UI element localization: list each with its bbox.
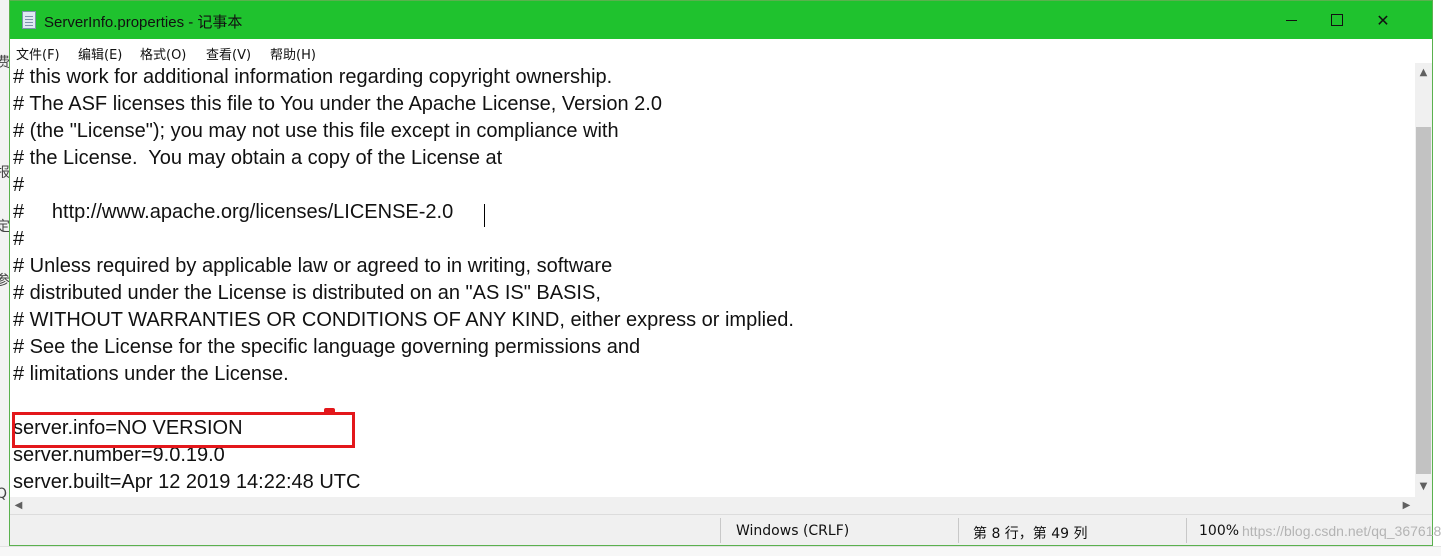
menu-edit[interactable]: 编辑(E): [78, 44, 122, 63]
maximize-button[interactable]: [1314, 1, 1360, 39]
watermark-text: https://blog.csdn.net/qq_3676183: [1242, 523, 1441, 539]
text-line: #: [13, 228, 25, 250]
status-divider: [720, 518, 721, 543]
horizontal-scrollbar[interactable]: ◀ ▶: [10, 497, 1415, 514]
text-line: # Unless required by applicable law or a…: [13, 255, 613, 277]
text-line: # distributed under the License is distr…: [13, 282, 601, 304]
status-zoom: 100%: [1199, 523, 1240, 539]
highlight-box: [12, 412, 355, 448]
text-line: server.built=Apr 12 2019 14:22:48 UTC: [13, 471, 361, 493]
text-line: # limitations under the License.: [13, 363, 289, 385]
notepad-icon[interactable]: [22, 11, 36, 29]
text-line: # (the "License"); you may not use this …: [13, 120, 619, 142]
close-button[interactable]: ✕: [1360, 1, 1406, 39]
scrollbar-corner: [1415, 497, 1432, 514]
status-divider: [958, 518, 959, 543]
text-line: # See the License for the specific langu…: [13, 336, 641, 358]
menu-help[interactable]: 帮助(H): [270, 44, 316, 63]
background-char: Q: [0, 486, 8, 502]
maximize-icon: [1331, 14, 1343, 26]
status-line-ending: Windows (CRLF): [736, 523, 850, 539]
status-bar: Windows (CRLF) 第 8 行，第 49 列 100% https:/…: [10, 514, 1441, 545]
text-caret: [484, 204, 485, 227]
text-line: # this work for additional information r…: [13, 66, 613, 88]
scroll-down-icon[interactable]: ▼: [1415, 481, 1432, 492]
menu-format[interactable]: 格式(O): [140, 44, 186, 63]
text-line: # The ASF licenses this file to You unde…: [13, 93, 662, 115]
status-cursor-position: 第 8 行，第 49 列: [973, 526, 1088, 542]
menu-view[interactable]: 查看(V): [206, 44, 251, 63]
text-editor[interactable]: # this work for additional information r…: [10, 63, 1415, 497]
text-line: # http://www.apache.org/licenses/LICENSE…: [13, 201, 454, 223]
text-line: #: [13, 174, 25, 196]
menu-file[interactable]: 文件(F): [16, 44, 60, 63]
scroll-left-icon[interactable]: ◀: [10, 500, 27, 511]
notepad-window: ServerInfo.properties - 记事本 ✕ 文件(F) 编辑(E…: [9, 0, 1441, 546]
scroll-right-icon[interactable]: ▶: [1398, 500, 1415, 511]
vertical-scroll-thumb[interactable]: [1416, 127, 1431, 474]
menu-bar: 文件(F) 编辑(E) 格式(O) 查看(V) 帮助(H): [10, 39, 1432, 63]
text-line: # the License. You may obtain a copy of …: [13, 147, 503, 169]
text-line: # WITHOUT WARRANTIES OR CONDITIONS OF AN…: [13, 309, 794, 331]
title-bar[interactable]: ServerInfo.properties - 记事本 ✕: [10, 1, 1432, 39]
minimize-button[interactable]: [1268, 1, 1314, 39]
close-icon: ✕: [1376, 10, 1390, 30]
window-title: ServerInfo.properties - 记事本: [44, 14, 243, 31]
scroll-up-icon[interactable]: ▲: [1415, 67, 1432, 78]
status-divider: [1186, 518, 1187, 543]
vertical-scrollbar[interactable]: ▲ ▼: [1415, 63, 1432, 497]
minimize-icon: [1285, 19, 1297, 21]
